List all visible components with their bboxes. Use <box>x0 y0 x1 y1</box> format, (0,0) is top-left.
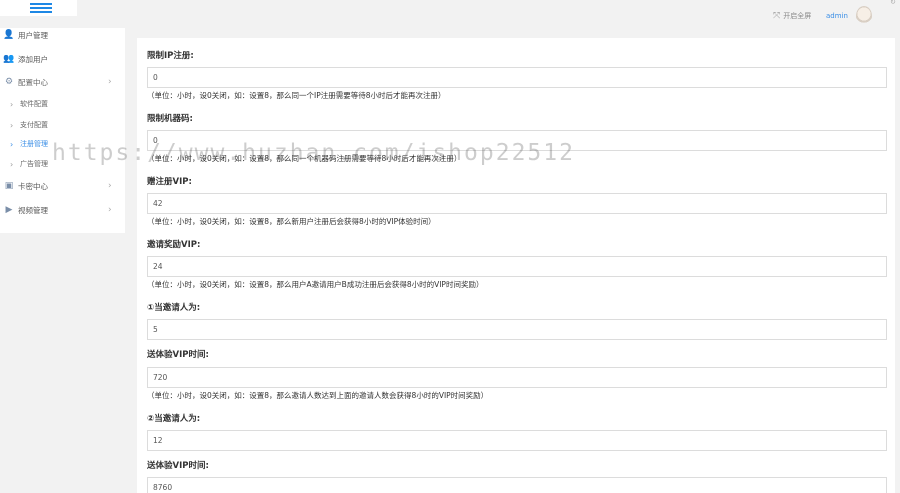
field-label: ②当邀请人为: <box>147 414 201 424</box>
sidebar-subitem-registration[interactable]: › 注册管理 <box>0 134 125 154</box>
trial-vip-time-1-input[interactable] <box>147 367 887 388</box>
fullscreen-label: 开启全屏 <box>783 12 812 20</box>
sidebar: 👤 用户管理 👥 添加用户 ⚙ 配置中心 › › 软件配置 › 支付配置 › 注… <box>0 28 125 233</box>
gear-icon: ⚙ <box>4 77 14 87</box>
add-user-icon: 👥 <box>3 54 15 64</box>
invite-count-2-input[interactable] <box>147 430 887 451</box>
field-label: 限制机器码: <box>147 114 193 124</box>
field-hint: （单位：小时，设0关闭，如：设置8，那么邀请人数达到上面的邀请人数会获得8小时的… <box>147 391 489 400</box>
avatar[interactable] <box>856 6 872 26</box>
sidebar-subitem-ads[interactable]: › 广告管理 <box>0 154 125 174</box>
chevron-right-icon: › <box>10 99 14 109</box>
admin-user-link[interactable]: admin <box>826 12 848 20</box>
invite-count-1-input[interactable] <box>147 319 887 340</box>
expand-icon: ⤧ <box>773 11 781 21</box>
chevron-right-icon: › <box>10 139 14 149</box>
register-vip-input[interactable] <box>147 193 887 214</box>
field-label: 送体验VIP时间: <box>147 350 209 360</box>
field-hint: （单位：小时，设0关闭，如：设置8，那么同一个机器码注册需要等待8小时后才能再次… <box>147 154 462 163</box>
menu-toggle-button[interactable] <box>0 0 77 16</box>
trial-vip-time-2-input[interactable] <box>147 477 887 493</box>
field-hint: （单位：小时，设0关闭，如：设置8，那么用户A邀请用户B成功注册后会获得8小时的… <box>147 280 484 289</box>
field-hint: （单位：小时，设0关闭，如：设置8，那么新用户注册后会获得8小时的VIP体验时间… <box>147 217 436 226</box>
refresh-icon[interactable]: ↻ <box>890 0 896 6</box>
fullscreen-button[interactable]: ⤧ 开启全屏 <box>773 11 811 21</box>
field-label: 赠注册VIP: <box>147 177 192 187</box>
field-invite-reward-vip: 邀请奖励VIP: （单位：小时，设0关闭，如：设置8，那么用户A邀请用户B成功注… <box>147 239 887 289</box>
sidebar-item-config-center[interactable]: ⚙ 配置中心 › <box>0 71 125 93</box>
card-icon: ▣ <box>4 181 14 191</box>
user-icon: 👤 <box>3 30 15 40</box>
field-trial-vip-time-1: 送体验VIP时间: （单位：小时，设0关闭，如：设置8，那么邀请人数达到上面的邀… <box>147 349 887 400</box>
chevron-right-icon: › <box>108 77 112 87</box>
sidebar-item-video-management[interactable]: ▶ 视频管理 › <box>0 199 125 221</box>
field-limit-ip: 限制IP注册: （单位：小时，设0关闭，如：设置8，那么同一个IP注册需要等待8… <box>147 50 887 100</box>
limit-ip-input[interactable] <box>147 67 887 88</box>
sidebar-item-users[interactable]: 👤 用户管理 <box>0 24 125 46</box>
invite-reward-vip-input[interactable] <box>147 256 887 277</box>
sidebar-subitem-software-config[interactable]: › 软件配置 <box>0 94 125 114</box>
chevron-right-icon: › <box>10 120 14 130</box>
play-icon: ▶ <box>5 205 13 215</box>
registration-settings-form: 限制IP注册: （单位：小时，设0关闭，如：设置8，那么同一个IP注册需要等待8… <box>137 38 895 493</box>
sidebar-subitem-payment-config[interactable]: › 支付配置 <box>0 115 125 135</box>
field-limit-machine-code: 限制机器码: （单位：小时，设0关闭，如：设置8，那么同一个机器码注册需要等待8… <box>147 113 887 163</box>
chevron-right-icon: › <box>108 181 112 191</box>
field-invite-count-2: ②当邀请人为: <box>147 413 887 451</box>
field-invite-count-1: ①当邀请人为: <box>147 302 887 340</box>
field-hint: （单位：小时，设0关闭，如：设置8，那么同一个IP注册需要等待8小时后才能再次注… <box>147 91 446 100</box>
sidebar-item-add-user[interactable]: 👥 添加用户 <box>0 48 125 70</box>
sidebar-item-card-center[interactable]: ▣ 卡密中心 › <box>0 175 125 197</box>
field-label: 送体验VIP时间: <box>147 461 209 471</box>
menu-icon <box>30 3 52 5</box>
limit-machine-code-input[interactable] <box>147 130 887 151</box>
field-label: ①当邀请人为: <box>147 303 201 313</box>
field-label: 限制IP注册: <box>147 51 194 61</box>
field-register-vip: 赠注册VIP: （单位：小时，设0关闭，如：设置8，那么新用户注册后会获得8小时… <box>147 176 887 226</box>
field-label: 邀请奖励VIP: <box>147 240 201 250</box>
field-trial-vip-time-2: 送体验VIP时间: <box>147 460 887 493</box>
chevron-right-icon: › <box>10 159 14 169</box>
chevron-right-icon: › <box>108 205 112 215</box>
top-bar: ⤧ 开启全屏 admin ↻ <box>0 0 900 38</box>
